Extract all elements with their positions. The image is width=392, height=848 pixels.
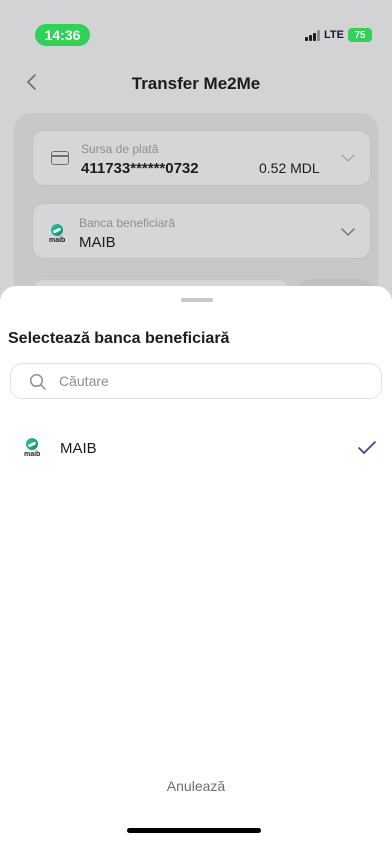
maib-logo: maib (49, 224, 65, 245)
bank-name: MAIB (60, 440, 97, 457)
search-input[interactable] (59, 364, 369, 398)
status-time: 14:36 (35, 24, 90, 46)
chevron-down-icon (341, 154, 355, 162)
bank-select-sheet: Selectează banca beneficiară maib MAIB A… (0, 286, 392, 848)
status-indicators: LTE 75 (305, 27, 372, 43)
bank-value: MAIB (79, 234, 116, 251)
search-icon (29, 373, 46, 390)
checkmark-icon (358, 441, 376, 454)
page-title: Transfer Me2Me (131, 74, 261, 93)
cancel-button[interactable]: Anulează (0, 774, 392, 798)
status-bar: 14:36 LTE 75 (0, 0, 392, 50)
battery-icon: 75 (348, 28, 372, 42)
nav-bar: Transfer Me2Me (0, 62, 392, 102)
sheet-title: Selectează banca beneficiară (8, 330, 230, 347)
search-box[interactable] (10, 363, 382, 399)
maib-logo: maib (24, 438, 40, 459)
source-card-number: 411733******0732 (81, 160, 199, 177)
payment-source-field[interactable]: Sursa de plată 411733******0732 0.52 MDL (32, 130, 371, 186)
card-icon (51, 151, 69, 165)
bank-list-item[interactable]: maib MAIB (0, 426, 392, 470)
home-indicator (127, 828, 261, 833)
network-label: LTE (324, 29, 344, 41)
bank-label: Banca beneficiară (79, 216, 176, 230)
source-balance: 0.52 MDL (259, 160, 320, 176)
sheet-grabber[interactable] (181, 298, 213, 302)
chevron-down-icon (341, 228, 355, 236)
beneficiary-bank-field[interactable]: maib Banca beneficiară MAIB (32, 203, 371, 259)
signal-icon (305, 29, 321, 41)
source-label: Sursa de plată (81, 142, 159, 156)
